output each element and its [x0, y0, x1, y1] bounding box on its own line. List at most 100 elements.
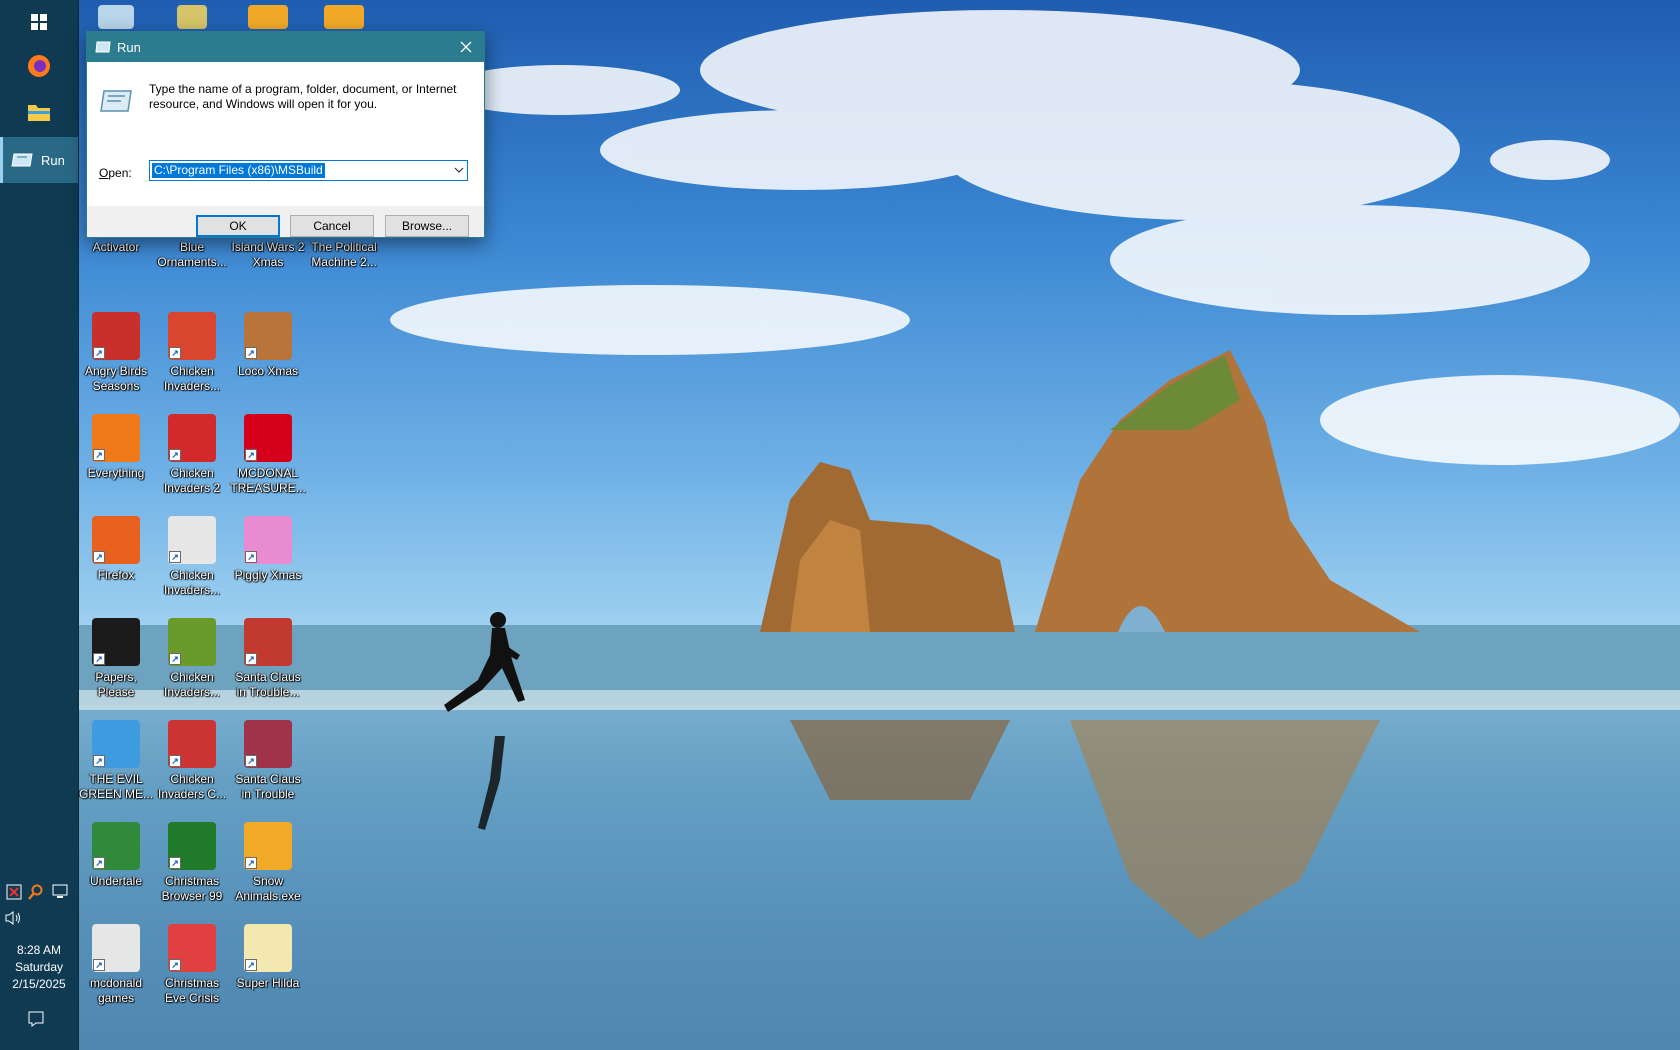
desktop-icon[interactable]: ↗ Everything	[78, 414, 154, 481]
snow-animals-icon: ↗	[244, 822, 292, 870]
desktop-icon-label: Chicken Invaders C...	[157, 772, 227, 801]
desktop-icon-label: Santa Claus in Trouble...	[235, 670, 301, 699]
desktop-icon[interactable]: ↗ Chicken Invaders C...	[154, 720, 230, 802]
chicken-invaders-2-icon: ↗	[168, 414, 216, 462]
cancel-button[interactable]: Cancel	[290, 215, 374, 237]
taskbar-file-explorer-button[interactable]	[0, 90, 78, 134]
desktop-icon[interactable]: ↗ Chicken Invaders...	[154, 516, 230, 598]
desktop-icon-label: Everything	[87, 466, 145, 480]
shortcut-arrow-icon: ↗	[245, 653, 257, 665]
desktop-icon[interactable]: ↗ MCDONAL TREASURE...	[230, 414, 306, 496]
desktop-icon[interactable]: ↗ Santa Claus in Trouble	[230, 720, 306, 802]
desktop-icon-label: Island Wars 2 Xmas	[231, 240, 305, 269]
run-dialog-footer: OK Cancel Browse...	[87, 206, 484, 237]
volume-icon[interactable]	[4, 910, 22, 926]
desktop-icon-political-machine[interactable]: The Political Machine 2...	[306, 236, 382, 270]
taskbar-firefox-button[interactable]	[0, 44, 78, 88]
shortcut-arrow-icon: ↗	[245, 347, 257, 359]
close-icon	[460, 41, 472, 53]
desktop-icon[interactable]: ↗ Undertale	[78, 822, 154, 889]
chicken-invaders-icon: ↗	[168, 720, 216, 768]
firefox-icon: ↗	[92, 516, 140, 564]
clock-date: 2/15/2025	[12, 977, 66, 991]
papers-please-icon: ↗	[92, 618, 140, 666]
pixel-cat-icon: ↗	[244, 924, 292, 972]
desktop-icon[interactable]: ↗ Chicken Invaders...	[154, 312, 230, 394]
shortcut-arrow-icon: ↗	[245, 857, 257, 869]
chicken-invaders-icon: ↗	[168, 516, 216, 564]
shortcut-arrow-icon: ↗	[245, 755, 257, 767]
clock-day: Saturday	[14, 960, 64, 974]
chicken-invaders-icon: ↗	[168, 618, 216, 666]
desktop-icon[interactable]: ↗ Chicken Invaders...	[154, 618, 230, 700]
desktop-icon[interactable]: ↗ Piggly Xmas	[230, 516, 306, 583]
desktop-icon-label: Christmas Eve Crisis	[164, 976, 219, 1005]
undertale-icon: ↗	[92, 822, 140, 870]
desktop-icon-label: Chicken Invaders...	[163, 364, 221, 393]
shortcut-arrow-icon: ↗	[169, 449, 181, 461]
desktop-icon-label: Santa Claus in Trouble	[235, 772, 301, 801]
desktop-icon[interactable]: ↗ Christmas Eve Crisis	[154, 924, 230, 1006]
desktop-icon-label: Piggly Xmas	[234, 568, 302, 582]
everything-tray-icon[interactable]	[28, 884, 44, 900]
santa-icon: ↗	[244, 720, 292, 768]
shortcut-arrow-icon: ↗	[93, 959, 105, 971]
desktop-icon-label: Firefox	[97, 568, 135, 582]
desktop-icon-top-2[interactable]	[154, 5, 230, 29]
santa-face-icon: ↗	[168, 924, 216, 972]
run-dialog-body: Type the name of a program, folder, docu…	[87, 62, 484, 206]
shortcut-arrow-icon: ↗	[93, 551, 105, 563]
taskbar-clock[interactable]: 8:28 AM Saturday 2/15/2025	[0, 942, 78, 993]
run-dialog-titlebar[interactable]: Run	[87, 32, 484, 62]
run-dialog-description: Type the name of a program, folder, docu…	[149, 82, 457, 111]
santa-icon: ↗	[244, 618, 292, 666]
desktop-icon-top-1[interactable]	[78, 5, 154, 29]
desktop-icon[interactable]: ↗ Chicken Invaders 2	[154, 414, 230, 496]
action-center-button[interactable]	[27, 1010, 45, 1033]
network-icon[interactable]	[52, 884, 70, 900]
msn-people-icon: ↗	[92, 720, 140, 768]
desktop-icon-label: Activator	[92, 240, 140, 254]
desktop-icon[interactable]: ↗ Christmas Browser 99	[154, 822, 230, 904]
desktop-icon[interactable]: ↗ Santa Claus in Trouble...	[230, 618, 306, 700]
desktop-icon-activator[interactable]: Activator	[78, 236, 154, 255]
desktop-icon[interactable]: ↗ Papers, Please	[78, 618, 154, 700]
app-icon	[98, 5, 134, 29]
browse-button[interactable]: Browse...	[385, 215, 469, 237]
desktop-icon[interactable]: ↗ Loco Xmas	[230, 312, 306, 379]
start-button[interactable]	[0, 0, 78, 44]
run-dialog: Run Type the name of a program, folder, …	[86, 31, 485, 238]
open-label: Open:	[99, 166, 132, 180]
desktop-icon[interactable]: ↗ THE EVIL GREEN ME...	[78, 720, 154, 802]
firefox-icon	[28, 55, 50, 77]
desktop-icon[interactable]: ↗ Super Hilda	[230, 924, 306, 991]
shortcut-arrow-icon: ↗	[93, 755, 105, 767]
desktop-icon-blue-ornaments[interactable]: Blue Ornaments...	[154, 236, 230, 270]
snow-animals-icon	[248, 5, 288, 29]
desktop-icon-top-4[interactable]	[306, 5, 382, 29]
open-combobox[interactable]: C:\Program Files (x86)\MSBuild	[149, 160, 468, 181]
desktop-icon-island-wars[interactable]: Island Wars 2 Xmas	[230, 236, 306, 270]
notification-icon	[28, 1011, 44, 1027]
desktop-icon[interactable]: ↗ Snow Animals.exe	[230, 822, 306, 904]
tray-app-icon[interactable]	[6, 884, 22, 900]
desktop-icon-label: Chicken Invaders...	[163, 670, 221, 699]
desktop-icon[interactable]: ↗ mcdonald games	[78, 924, 154, 1006]
desktop-icon-label: Christmas Browser 99	[161, 874, 223, 903]
close-button[interactable]	[448, 32, 484, 62]
mcdonalds-icon: ↗	[244, 414, 292, 462]
taskbar-run-item[interactable]: Run	[0, 137, 78, 183]
desktop-icon-label: Papers, Please	[95, 670, 137, 699]
desktop-icon[interactable]: ↗ Firefox	[78, 516, 154, 583]
shortcut-arrow-icon: ↗	[245, 959, 257, 971]
desktop-icon-label: Loco Xmas	[237, 364, 299, 378]
ok-button[interactable]: OK	[196, 215, 280, 237]
desktop-icon-top-3[interactable]	[230, 5, 306, 29]
desktop-icon[interactable]: ↗ Angry Birds Seasons	[78, 312, 154, 394]
chicken-invaders-icon: ↗	[168, 312, 216, 360]
open-input[interactable]: C:\Program Files (x86)\MSBuild	[152, 163, 325, 178]
shortcut-arrow-icon: ↗	[169, 857, 181, 869]
chevron-down-icon[interactable]	[454, 167, 464, 173]
desktop-icon-label: Undertale	[89, 874, 143, 888]
christmas-tree-icon: ↗	[168, 822, 216, 870]
